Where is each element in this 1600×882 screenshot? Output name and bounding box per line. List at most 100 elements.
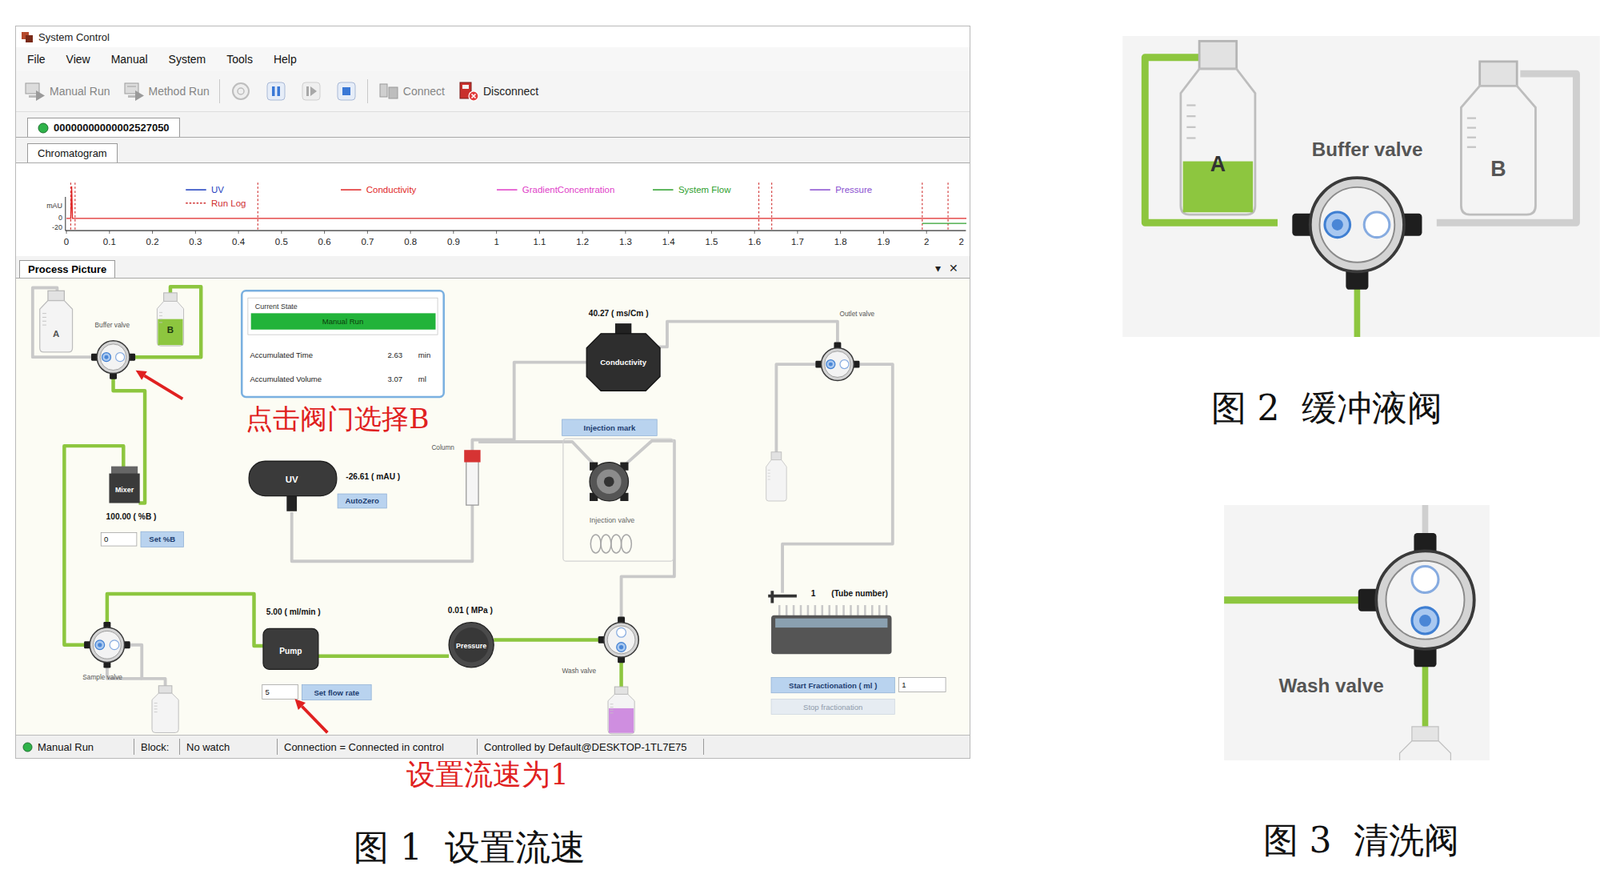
valve[interactable] [84,621,131,668]
menu-item[interactable]: Tools [226,52,253,66]
legend-swatch [185,202,206,204]
menu-item[interactable]: File [27,52,46,66]
connect-button[interactable]: Connect [374,78,448,104]
percent-b-input[interactable]: 0 [100,532,137,547]
figure-bg [1224,504,1490,760]
tube [621,440,675,622]
stop-fractionation-button[interactable]: Stop fractionation [771,698,895,714]
set-percent-b-button-label: Set %B [148,534,176,544]
y-unit: mAU [46,201,63,210]
pause-icon [264,80,288,103]
tube-number: 1 [811,588,816,598]
device-tab[interactable]: 00000000000002527050 [27,117,180,137]
x-axis [65,230,967,232]
legend-swatch [185,188,206,191]
tube [1422,657,1429,731]
injection-mark-button[interactable]: Injection mark [562,419,658,436]
x-tick [883,230,884,234]
valve-port [616,627,627,637]
valve[interactable] [91,340,136,380]
x-tick [410,230,412,234]
valve[interactable] [1292,177,1422,290]
tube [107,593,264,646]
x-tick-label: 0.9 [447,236,460,247]
record-button[interactable] [226,78,256,104]
mixer-label: Mixer [115,485,135,494]
status-text: Connection = Connected in control [284,740,444,753]
method-button[interactable]: Method Run [120,78,213,104]
start-fractionation-button[interactable]: Start Fractionation ( ml ) [771,677,895,693]
set-percent-b-button[interactable]: Set %B [140,531,184,547]
tube [1436,73,1577,223]
x-tick [324,230,325,234]
legend-item: UV [185,184,224,195]
state-frame [248,297,438,335]
bottle [152,685,179,733]
status-text: Manual Run [37,740,94,753]
x-tick-label: 0.5 [275,236,288,247]
injection-label: Injection valve [589,516,635,524]
status-text: Controlled by Default@DESKTOP-1TL7E75 [484,740,688,753]
menu-item[interactable]: Help [273,52,297,66]
panel-close-button[interactable]: ✕ [948,261,959,275]
row-value: 3.07 [388,374,404,384]
bottle-body [1460,85,1536,215]
chart-bg [16,163,967,256]
valve[interactable] [815,342,860,381]
row-value: 2.63 [388,350,404,360]
legend-label: GradientConcentration [522,184,615,195]
disconnect-button[interactable]: Disconnect [454,78,542,104]
panel-controls: ▾✕ [935,261,959,278]
step-button[interactable] [296,78,326,104]
manual-button[interactable]: Manual Run [20,78,114,104]
injection-face [596,468,622,494]
stop-label: Stop fractionation [803,702,863,712]
set-flow-rate-button-label: Set flow rate [313,688,360,697]
valve[interactable] [598,616,639,664]
bottle-cap [1199,40,1237,69]
valve[interactable] [1358,532,1475,667]
valve-port [95,640,105,650]
menu-item[interactable]: Manual [111,52,148,66]
bottle [608,686,635,734]
x-tick-label: 1.3 [619,236,632,247]
tube [292,504,473,561]
dot-fill [38,123,48,133]
stop-button[interactable] [332,78,361,104]
bottle: B [1460,61,1536,215]
graduation [768,476,771,477]
menu-item[interactable]: View [66,52,91,66]
annotation-arrow [136,370,184,400]
valve-port [1412,607,1439,634]
graduation [768,478,771,480]
menu-item[interactable]: System [168,52,207,66]
square-part [342,87,351,96]
legend-swatch [496,188,517,191]
injection-valve[interactable]: Injection valve [563,438,674,561]
bottle-cap [1480,61,1518,87]
x-tick [796,230,798,234]
graduation [154,702,158,704]
autozero-button[interactable]: AutoZero [337,493,387,508]
chart-series [922,222,967,224]
disconnect-icon [457,80,480,103]
flow-rate-input[interactable]: 5 [262,684,299,700]
set-flow-rate-button[interactable]: Set flow rate [301,684,372,700]
x-tick [711,230,712,234]
graduation [159,315,163,316]
panel-menu-button[interactable]: ▾ [935,261,941,275]
figure-caption: 图 1 设置流速 [15,824,971,870]
figure-caption: 图 3 清洗阀 [1122,817,1600,863]
pause-button[interactable] [261,78,291,104]
x-tick [195,230,196,234]
legend-label: Conductivity [366,184,417,195]
x-tick [238,230,240,234]
chromatogram-tab[interactable]: Chromatogram [27,143,118,163]
play-part [135,90,144,101]
graduation [159,318,163,320]
tube [1144,57,1278,223]
legend-item: Run Log [185,198,246,208]
fraction-volume-input[interactable]: 1 [898,677,946,692]
mixer-top [111,466,138,475]
valve-port [1324,212,1351,238]
